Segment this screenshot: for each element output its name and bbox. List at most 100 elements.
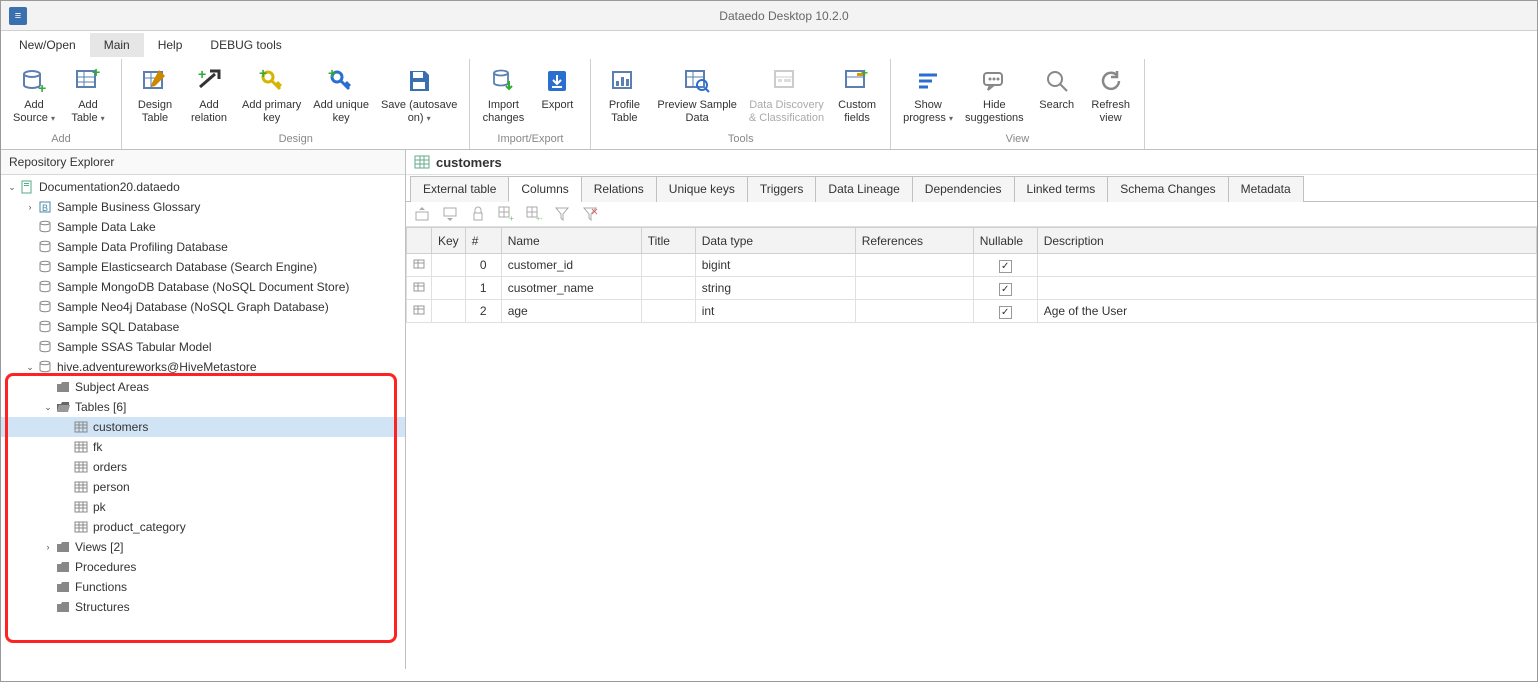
tab-triggers[interactable]: Triggers — [747, 176, 817, 202]
cell-key[interactable] — [432, 254, 466, 277]
tab-linked-terms[interactable]: Linked terms — [1014, 176, 1109, 202]
tab-metadata[interactable]: Metadata — [1228, 176, 1304, 202]
tree-item-sample-neo4j-database-nosql-graph-database-[interactable]: Sample Neo4j Database (NoSQL Graph Datab… — [1, 297, 405, 317]
ribbon-btn-import-changes[interactable]: Importchanges — [476, 63, 530, 127]
tree-item-subject-areas[interactable]: Subject Areas — [1, 377, 405, 397]
caret-icon[interactable]: › — [23, 202, 37, 212]
cell-idx[interactable]: 1 — [465, 277, 501, 300]
tab-external-table[interactable]: External table — [410, 176, 509, 202]
ribbon-btn-show-progress[interactable]: Showprogress ▾ — [897, 63, 959, 127]
ribbon-btn-export[interactable]: Export — [530, 63, 584, 127]
checkbox-icon[interactable]: ✓ — [999, 306, 1012, 319]
caret-icon[interactable]: ⌄ — [23, 362, 37, 373]
col-null-header[interactable]: Nullable — [973, 228, 1037, 254]
cell-name[interactable]: age — [501, 300, 641, 323]
cell-title[interactable] — [641, 277, 695, 300]
cell-key[interactable] — [432, 277, 466, 300]
tree-item-product-category[interactable]: product_category — [1, 517, 405, 537]
tree-root[interactable]: ⌄Documentation20.dataedo — [1, 177, 405, 197]
lock-icon[interactable] — [470, 206, 486, 222]
tree-item-sample-data-lake[interactable]: Sample Data Lake — [1, 217, 405, 237]
tree-item-sample-ssas-tabular-model[interactable]: Sample SSAS Tabular Model — [1, 337, 405, 357]
tab-data-lineage[interactable]: Data Lineage — [815, 176, 912, 202]
col-idx-header[interactable]: # — [465, 228, 501, 254]
ribbon-btn-profile-table[interactable]: ProfileTable — [597, 63, 651, 127]
tree-item-person[interactable]: person — [1, 477, 405, 497]
col-title-header[interactable]: Title — [641, 228, 695, 254]
cell-name[interactable]: customer_id — [501, 254, 641, 277]
ribbon-btn-preview-sample-data[interactable]: Preview SampleData — [651, 63, 742, 127]
col-desc-header[interactable]: Description — [1037, 228, 1536, 254]
checkbox-icon[interactable]: ✓ — [999, 260, 1012, 273]
tree-item-customers[interactable]: customers — [1, 417, 405, 437]
add-bottom-icon[interactable] — [442, 206, 458, 222]
tree-item-sample-elasticsearch-database-search-engine-[interactable]: Sample Elasticsearch Database (Search En… — [1, 257, 405, 277]
col-key-header[interactable]: Key — [432, 228, 466, 254]
cell-idx[interactable]: 0 — [465, 254, 501, 277]
tree-item-hive-adventureworks-hivemetastore[interactable]: ⌄hive.adventureworks@HiveMetastore — [1, 357, 405, 377]
checkbox-icon[interactable]: ✓ — [999, 283, 1012, 296]
tree-item-sample-business-glossary[interactable]: ›BSample Business Glossary — [1, 197, 405, 217]
filter-icon[interactable] — [554, 206, 570, 222]
ribbon-btn-add-table[interactable]: +AddTable ▾ — [61, 63, 115, 127]
tree-item-functions[interactable]: Functions — [1, 577, 405, 597]
tree-item-procedures[interactable]: Procedures — [1, 557, 405, 577]
ribbon-btn-design-table[interactable]: DesignTable — [128, 63, 182, 127]
ribbon-btn-add-primary-key[interactable]: +Add primarykey — [236, 63, 307, 127]
grid-add-icon[interactable]: + — [498, 206, 514, 222]
tab-dependencies[interactable]: Dependencies — [912, 176, 1015, 202]
cell-dtype[interactable]: string — [695, 277, 855, 300]
ribbon-btn-search[interactable]: Search — [1030, 63, 1084, 127]
row-selector[interactable] — [407, 254, 432, 277]
ribbon-btn-custom-fields[interactable]: +Customfields — [830, 63, 884, 127]
menu-help[interactable]: Help — [144, 33, 197, 57]
tree-item-structures[interactable]: Structures — [1, 597, 405, 617]
cell-name[interactable]: cusotmer_name — [501, 277, 641, 300]
tree-item-sample-data-profiling-database[interactable]: Sample Data Profiling Database — [1, 237, 405, 257]
cell-title[interactable] — [641, 254, 695, 277]
cell-ref[interactable] — [855, 254, 973, 277]
ribbon-btn-add-relation[interactable]: +Addrelation — [182, 63, 236, 127]
row-selector[interactable] — [407, 300, 432, 323]
cell-nullable[interactable]: ✓ — [973, 254, 1037, 277]
cell-desc[interactable]: Age of the User — [1037, 300, 1536, 323]
menu-new-open[interactable]: New/Open — [5, 33, 90, 57]
column-row[interactable]: 0customer_id bigint ✓ — [407, 254, 1537, 277]
cell-title[interactable] — [641, 300, 695, 323]
cell-nullable[interactable]: ✓ — [973, 277, 1037, 300]
cell-key[interactable] — [432, 300, 466, 323]
tree-item-sample-sql-database[interactable]: Sample SQL Database — [1, 317, 405, 337]
ribbon-btn-add-unique-key[interactable]: +Add uniquekey — [307, 63, 375, 127]
tree-item-fk[interactable]: fk — [1, 437, 405, 457]
row-selector[interactable] — [407, 277, 432, 300]
cell-dtype[interactable]: bigint — [695, 254, 855, 277]
clear-filter-icon[interactable] — [582, 206, 598, 222]
col-dtype-header[interactable]: Data type — [695, 228, 855, 254]
menu-debug-tools[interactable]: DEBUG tools — [196, 33, 295, 57]
col-ref-header[interactable]: References — [855, 228, 973, 254]
cell-ref[interactable] — [855, 277, 973, 300]
tab-relations[interactable]: Relations — [581, 176, 657, 202]
add-top-icon[interactable] — [414, 206, 430, 222]
col-name-header[interactable]: Name — [501, 228, 641, 254]
tree-item-tables-6-[interactable]: ⌄Tables [6] — [1, 397, 405, 417]
grid-bulk-icon[interactable]: ++ — [526, 206, 542, 222]
tab-schema-changes[interactable]: Schema Changes — [1107, 176, 1228, 202]
caret-icon[interactable]: › — [41, 542, 55, 552]
tree-item-orders[interactable]: orders — [1, 457, 405, 477]
column-row[interactable]: 2age int ✓ Age of the User — [407, 300, 1537, 323]
cell-dtype[interactable]: int — [695, 300, 855, 323]
column-row[interactable]: 1cusotmer_name string ✓ — [407, 277, 1537, 300]
cell-nullable[interactable]: ✓ — [973, 300, 1037, 323]
caret-icon[interactable]: ⌄ — [41, 402, 55, 413]
tab-columns[interactable]: Columns — [508, 176, 581, 202]
ribbon-btn-save-autosave-on-[interactable]: Save (autosaveon) ▾ — [375, 63, 463, 127]
menu-main[interactable]: Main — [90, 33, 144, 57]
ribbon-btn-hide-suggestions[interactable]: Hidesuggestions — [959, 63, 1030, 127]
tab-unique-keys[interactable]: Unique keys — [656, 176, 748, 202]
cell-idx[interactable]: 2 — [465, 300, 501, 323]
caret-icon[interactable]: ⌄ — [5, 182, 19, 193]
cell-desc[interactable] — [1037, 277, 1536, 300]
tree-item-views-2-[interactable]: ›Views [2] — [1, 537, 405, 557]
cell-ref[interactable] — [855, 300, 973, 323]
